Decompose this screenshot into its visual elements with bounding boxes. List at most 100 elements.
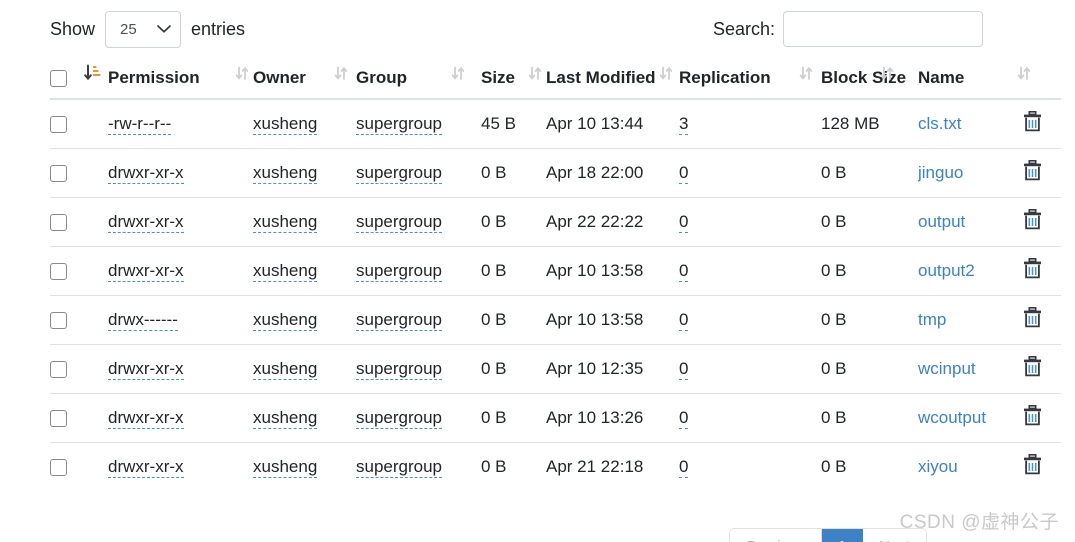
row-select-cell[interactable] [50, 294, 108, 345]
sort-both-icon[interactable] [880, 66, 894, 81]
row-checkbox[interactable] [50, 115, 67, 133]
group-value[interactable]: supergroup [356, 211, 443, 233]
cell-group: supergroup [356, 147, 481, 198]
sort-both-icon[interactable] [451, 66, 465, 81]
pagination-next[interactable]: Next [863, 529, 926, 542]
permission-value[interactable]: drwxr-xr-x [108, 456, 184, 478]
pagination-previous[interactable]: Previous [730, 529, 822, 542]
delete-row-button[interactable] [1023, 110, 1042, 132]
sort-both-icon[interactable] [235, 66, 249, 81]
replication-value[interactable]: 3 [679, 113, 689, 135]
row-select-cell[interactable] [50, 147, 108, 198]
file-name-link[interactable]: wcinput [918, 359, 976, 378]
group-value[interactable]: supergroup [356, 456, 443, 478]
delete-row-button[interactable] [1023, 306, 1042, 328]
cell-name: xiyou [918, 441, 1023, 491]
delete-row-button[interactable] [1023, 208, 1042, 230]
header-block-size[interactable]: Block Size [821, 58, 918, 100]
replication-value[interactable]: 0 [679, 211, 689, 233]
file-name-link[interactable]: wcoutput [918, 408, 986, 427]
page-length-select[interactable]: 25 [105, 10, 182, 48]
group-value[interactable]: supergroup [356, 309, 443, 331]
replication-value[interactable]: 0 [679, 456, 689, 478]
replication-value[interactable]: 0 [679, 162, 689, 184]
permission-value[interactable]: -rw-r--r-- [108, 113, 172, 135]
owner-value[interactable]: xusheng [253, 211, 318, 233]
row-checkbox[interactable] [50, 262, 67, 280]
search-input[interactable] [783, 11, 983, 47]
header-group[interactable]: Group [356, 58, 481, 100]
file-name-link[interactable]: xiyou [918, 457, 958, 476]
row-checkbox[interactable] [50, 164, 67, 182]
owner-value[interactable]: xusheng [253, 162, 318, 184]
header-select-all[interactable] [50, 58, 108, 100]
replication-value[interactable]: 0 [679, 260, 689, 282]
cell-owner: xusheng [253, 245, 356, 296]
group-value[interactable]: supergroup [356, 260, 443, 282]
header-permission[interactable]: Permission [108, 58, 253, 100]
owner-value[interactable]: xusheng [253, 456, 318, 478]
owner-value[interactable]: xusheng [253, 260, 318, 282]
file-name-link[interactable]: tmp [918, 310, 946, 329]
sort-amount-down-icon[interactable] [84, 64, 102, 81]
row-select-cell[interactable] [50, 98, 108, 149]
row-checkbox[interactable] [50, 360, 67, 378]
permission-value[interactable]: drwx------ [108, 309, 178, 331]
row-checkbox[interactable] [50, 311, 67, 329]
delete-row-button[interactable] [1023, 159, 1042, 181]
header-owner[interactable]: Owner [253, 58, 356, 100]
group-value[interactable]: supergroup [356, 407, 443, 429]
sort-both-icon[interactable] [334, 66, 348, 81]
permission-value[interactable]: drwxr-xr-x [108, 211, 184, 233]
group-value[interactable]: supergroup [356, 358, 443, 380]
header-replication[interactable]: Replication [679, 58, 821, 100]
owner-value[interactable]: xusheng [253, 358, 318, 380]
sort-both-icon[interactable] [528, 66, 542, 81]
header-size[interactable]: Size [481, 58, 546, 100]
owner-value[interactable]: xusheng [253, 407, 318, 429]
permission-value[interactable]: drwxr-xr-x [108, 407, 184, 429]
delete-row-button[interactable] [1023, 453, 1042, 475]
select-all-checkbox[interactable] [50, 70, 67, 88]
header-name-label: Name [918, 68, 965, 87]
row-select-cell[interactable] [50, 245, 108, 296]
owner-value[interactable]: xusheng [253, 113, 318, 135]
row-select-cell[interactable] [50, 196, 108, 247]
row-select-cell[interactable] [50, 343, 108, 394]
permission-value[interactable]: drwxr-xr-x [108, 358, 184, 380]
permission-value[interactable]: drwxr-xr-x [108, 260, 184, 282]
file-name-link[interactable]: cls.txt [918, 114, 961, 133]
cell-permission: drwxr-xr-x [108, 343, 253, 394]
sort-both-icon[interactable] [799, 66, 813, 81]
cell-owner: xusheng [253, 343, 356, 394]
header-name[interactable]: Name [918, 58, 1031, 100]
delete-row-button[interactable] [1023, 404, 1042, 426]
group-value[interactable]: supergroup [356, 113, 443, 135]
row-checkbox[interactable] [50, 409, 67, 427]
sort-both-icon[interactable] [659, 66, 673, 81]
replication-value[interactable]: 0 [679, 358, 689, 380]
row-select-cell[interactable] [50, 441, 108, 491]
group-value[interactable]: supergroup [356, 162, 443, 184]
permission-value[interactable]: drwxr-xr-x [108, 162, 184, 184]
page-length-select-wrapper[interactable]: 25 [105, 10, 182, 48]
table-row: -rw-r--r-- xusheng supergroup 45 B Apr 10 13… [50, 98, 1061, 149]
cell-permission: drwx------ [108, 294, 253, 345]
table-row: drwx------ xusheng supergroup 0 B Apr 10 13:… [50, 294, 1061, 345]
row-checkbox[interactable] [50, 213, 67, 231]
cell-size: 0 B [481, 196, 546, 247]
header-size-label: Size [481, 68, 516, 87]
delete-row-button[interactable] [1023, 355, 1042, 377]
pagination-page-1[interactable]: 1 [821, 529, 864, 542]
size-value: 0 B [481, 260, 507, 280]
owner-value[interactable]: xusheng [253, 309, 318, 331]
delete-row-button[interactable] [1023, 257, 1042, 279]
header-last-modified[interactable]: Last Modified [546, 58, 679, 100]
file-name-link[interactable]: jinguo [918, 163, 963, 182]
file-name-link[interactable]: output2 [918, 261, 975, 280]
row-select-cell[interactable] [50, 392, 108, 443]
replication-value[interactable]: 0 [679, 407, 689, 429]
row-checkbox[interactable] [50, 458, 67, 476]
file-name-link[interactable]: output [918, 212, 965, 231]
replication-value[interactable]: 0 [679, 309, 689, 331]
